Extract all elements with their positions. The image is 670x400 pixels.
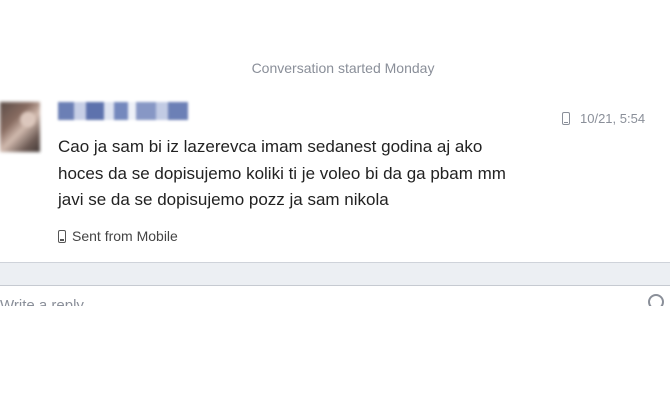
message-line: hoces da se dopisujemo koliki ti je vole…	[58, 163, 506, 183]
sender-name-redacted[interactable]	[58, 102, 188, 120]
timestamp-text: 10/21, 5:54	[580, 111, 646, 126]
conversation-started-label: Conversation started Monday	[251, 60, 435, 76]
avatar[interactable]	[0, 102, 40, 152]
message-line: javi se da se dopisujemo pozz ja sam nik…	[58, 190, 389, 209]
composer-divider	[0, 262, 670, 286]
sent-from-mobile: Sent from Mobile	[58, 228, 178, 244]
camera-icon[interactable]	[648, 294, 664, 306]
message-body: Cao ja sam bi iz lazerevca imam sedanest…	[58, 134, 618, 214]
message-line: Cao ja sam bi iz lazerevca imam sedanest…	[58, 137, 483, 156]
message-timestamp: 10/21, 5:54	[562, 111, 645, 126]
phone-icon	[562, 112, 570, 125]
sent-from-text: Sent from Mobile	[72, 228, 178, 244]
conversation-panel: Conversation started Monday 10/21, 5:54 …	[0, 0, 670, 310]
phone-icon	[58, 229, 66, 243]
reply-input[interactable]	[0, 286, 640, 306]
reply-area	[0, 286, 670, 306]
